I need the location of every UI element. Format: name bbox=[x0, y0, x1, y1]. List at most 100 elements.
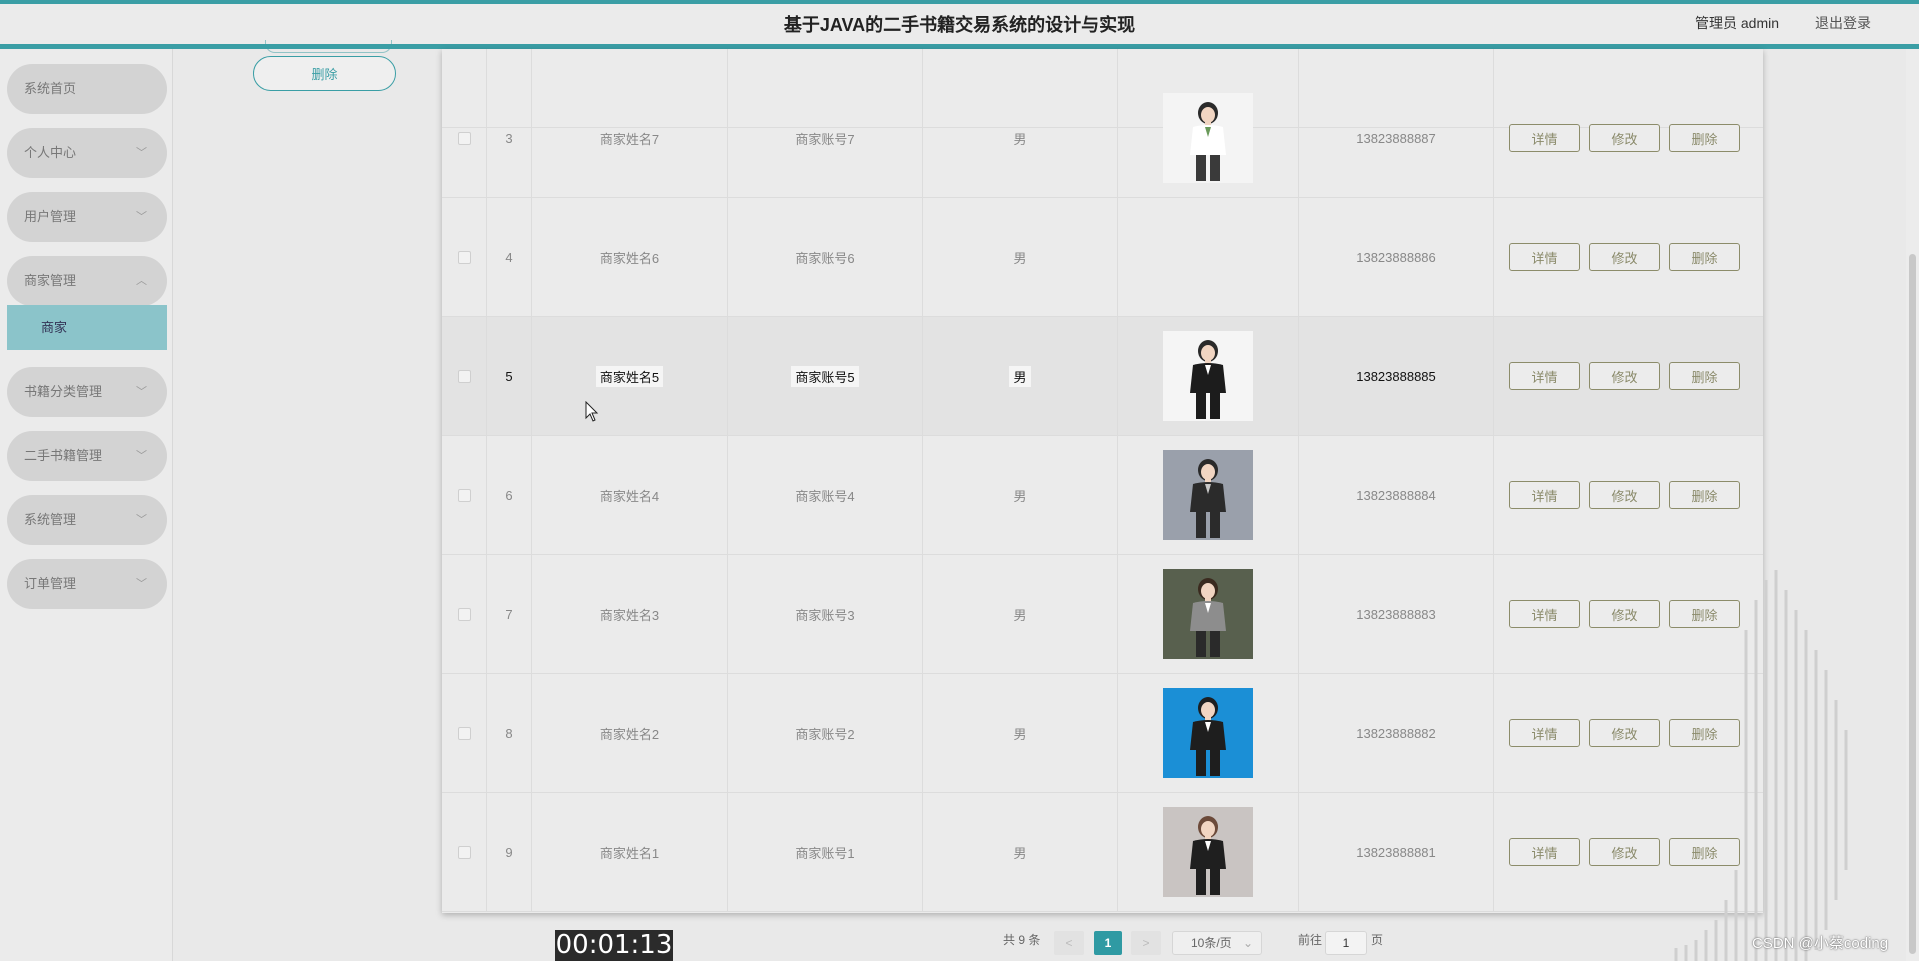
pagination-prev[interactable]: < bbox=[1054, 931, 1084, 955]
delete-button[interactable]: 删除 bbox=[1669, 124, 1740, 152]
sidebar-item-book-category[interactable]: 书籍分类管理 ﹀ bbox=[7, 367, 167, 417]
sidebar-item-order-management[interactable]: 订单管理 ﹀ bbox=[7, 559, 167, 609]
row-index: 7 bbox=[505, 606, 513, 622]
scrollbar-thumb[interactable] bbox=[1909, 254, 1916, 954]
chevron-up-icon: ︿ bbox=[136, 275, 147, 287]
sidebar-item-label: 书籍分类管理 bbox=[24, 384, 103, 399]
pagination-page-1[interactable]: 1 bbox=[1094, 931, 1122, 955]
merchant-name: 商家姓名3 bbox=[599, 607, 660, 623]
row-checkbox[interactable] bbox=[457, 369, 471, 383]
detail-button[interactable]: 详情 bbox=[1509, 243, 1580, 271]
pagination-total: 共 9 条 bbox=[1003, 933, 1041, 947]
goto-page-input[interactable]: 1 bbox=[1325, 931, 1367, 955]
merchant-photo-cell bbox=[1118, 436, 1299, 554]
row-checkbox[interactable] bbox=[457, 726, 471, 740]
sidebar-item-used-books[interactable]: 二手书籍管理 ﹀ bbox=[7, 431, 167, 481]
merchant-gender: 男 bbox=[1013, 726, 1027, 742]
merchant-photo-cell bbox=[1118, 79, 1299, 197]
merchant-account: 商家账号3 bbox=[795, 607, 855, 623]
table-row: 7 商家姓名3 商家账号3 男 13823888883 详情 修改 删除 bbox=[442, 555, 1763, 674]
sidebar-item-user-management[interactable]: 用户管理 ﹀ bbox=[7, 192, 167, 242]
detail-button[interactable]: 详情 bbox=[1509, 719, 1580, 747]
merchant-phone: 13823888882 bbox=[1356, 725, 1436, 741]
row-checkbox[interactable] bbox=[457, 131, 471, 145]
chevron-down-icon: ﹀ bbox=[136, 450, 147, 462]
goto-suffix: 页 bbox=[1371, 933, 1384, 947]
sidebar-item-system-management[interactable]: 系统管理 ﹀ bbox=[7, 495, 167, 545]
merchant-account: 商家账号4 bbox=[795, 488, 855, 504]
merchant-photo-cell bbox=[1118, 317, 1299, 435]
merchant-photo-cell bbox=[1118, 555, 1299, 673]
row-index: 6 bbox=[505, 487, 513, 503]
search-button-edge bbox=[265, 40, 392, 53]
current-user: 管理员 admin bbox=[1695, 15, 1780, 31]
merchant-photo bbox=[1163, 569, 1253, 659]
logout-link[interactable]: 退出登录 bbox=[1815, 13, 1871, 33]
sidebar-item-personal-center[interactable]: 个人中心 ﹀ bbox=[7, 128, 167, 178]
merchant-table: 3 商家姓名7 商家账号7 男 13823888887 详情 修改 删除 4 商… bbox=[442, 49, 1763, 913]
merchant-phone: 13823888886 bbox=[1356, 249, 1436, 265]
app-title: 基于JAVA的二手书籍交易系统的设计与实现 bbox=[783, 15, 1136, 35]
pagination-next[interactable]: > bbox=[1131, 931, 1161, 955]
page-scrollbar[interactable] bbox=[1906, 49, 1919, 961]
detail-button[interactable]: 详情 bbox=[1509, 600, 1580, 628]
decorative-lines bbox=[1674, 570, 1848, 961]
merchant-photo bbox=[1163, 450, 1253, 540]
chevron-down-icon: ⌄ bbox=[1242, 936, 1253, 950]
page-size-select[interactable]: 10条/页 ⌄ bbox=[1172, 931, 1262, 955]
row-checkbox[interactable] bbox=[457, 250, 471, 264]
chevron-down-icon: ﹀ bbox=[136, 386, 147, 398]
merchant-photo-cell bbox=[1118, 793, 1299, 911]
merchant-photo bbox=[1163, 688, 1253, 778]
row-checkbox[interactable] bbox=[457, 607, 471, 621]
merchant-gender: 男 bbox=[1013, 488, 1027, 504]
chevron-down-icon: ﹀ bbox=[136, 211, 147, 223]
detail-button[interactable]: 详情 bbox=[1509, 481, 1580, 509]
merchant-gender: 男 bbox=[1009, 365, 1031, 387]
mouse-cursor-icon bbox=[585, 401, 599, 422]
merchant-account: 商家账号1 bbox=[795, 845, 855, 861]
chevron-down-icon: ﹀ bbox=[136, 514, 147, 526]
merchant-photo bbox=[1163, 807, 1253, 897]
row-index: 4 bbox=[505, 249, 513, 265]
goto-prefix: 前往 bbox=[1298, 933, 1323, 947]
merchant-name: 商家姓名1 bbox=[599, 845, 660, 861]
table-row: 9 商家姓名1 商家账号1 男 13823888881 详情 修改 删除 bbox=[442, 793, 1763, 912]
delete-button[interactable]: 删除 bbox=[1669, 481, 1740, 509]
row-index: 5 bbox=[505, 368, 513, 384]
merchant-phone: 13823888884 bbox=[1356, 487, 1436, 503]
delete-button[interactable]: 删除 bbox=[1669, 243, 1740, 271]
sidebar-item-home[interactable]: 系统首页 bbox=[7, 64, 167, 114]
chevron-down-icon: ﹀ bbox=[136, 578, 147, 590]
sidebar-subitem-merchant[interactable]: 商家 bbox=[7, 305, 167, 350]
sidebar-item-merchant-management[interactable]: 商家管理 ︿ bbox=[7, 256, 167, 306]
merchant-account: 商家账号2 bbox=[795, 726, 855, 742]
sidebar-item-label: 订单管理 bbox=[24, 576, 77, 591]
merchant-phone: 13823888883 bbox=[1356, 606, 1436, 622]
sidebar-item-label: 个人中心 bbox=[24, 145, 77, 160]
detail-button[interactable]: 详情 bbox=[1509, 838, 1580, 866]
detail-button[interactable]: 详情 bbox=[1509, 362, 1580, 390]
edit-button[interactable]: 修改 bbox=[1589, 243, 1660, 271]
edit-button[interactable]: 修改 bbox=[1589, 124, 1660, 152]
merchant-name: 商家姓名2 bbox=[599, 726, 660, 742]
watermark: CSDN @小蔡coding bbox=[1752, 935, 1889, 952]
sidebar: 系统首页 个人中心 ﹀ 用户管理 ﹀ 商家管理 ︿ 商家 书籍分类管理 ﹀ 二手… bbox=[0, 49, 173, 961]
row-index: 8 bbox=[505, 725, 513, 741]
edit-button[interactable]: 修改 bbox=[1589, 362, 1660, 390]
detail-button[interactable]: 详情 bbox=[1509, 124, 1580, 152]
batch-delete-button[interactable]: 删除 bbox=[253, 56, 396, 91]
table-row: 4 商家姓名6 商家账号6 男 13823888886 详情 修改 删除 bbox=[442, 198, 1763, 317]
page-size-value: 10条/页 bbox=[1191, 936, 1232, 950]
delete-button[interactable]: 删除 bbox=[1669, 362, 1740, 390]
merchant-photo-cell bbox=[1118, 198, 1299, 316]
row-checkbox[interactable] bbox=[457, 845, 471, 859]
table-row: 8 商家姓名2 商家账号2 男 13823888882 详情 修改 删除 bbox=[442, 674, 1763, 793]
chevron-down-icon: ﹀ bbox=[136, 147, 147, 159]
merchant-gender: 男 bbox=[1013, 845, 1027, 861]
merchant-gender: 男 bbox=[1013, 250, 1027, 266]
edit-button[interactable]: 修改 bbox=[1589, 481, 1660, 509]
row-checkbox[interactable] bbox=[457, 488, 471, 502]
merchant-account: 商家账号6 bbox=[795, 250, 855, 266]
merchant-name: 商家姓名7 bbox=[599, 131, 660, 147]
